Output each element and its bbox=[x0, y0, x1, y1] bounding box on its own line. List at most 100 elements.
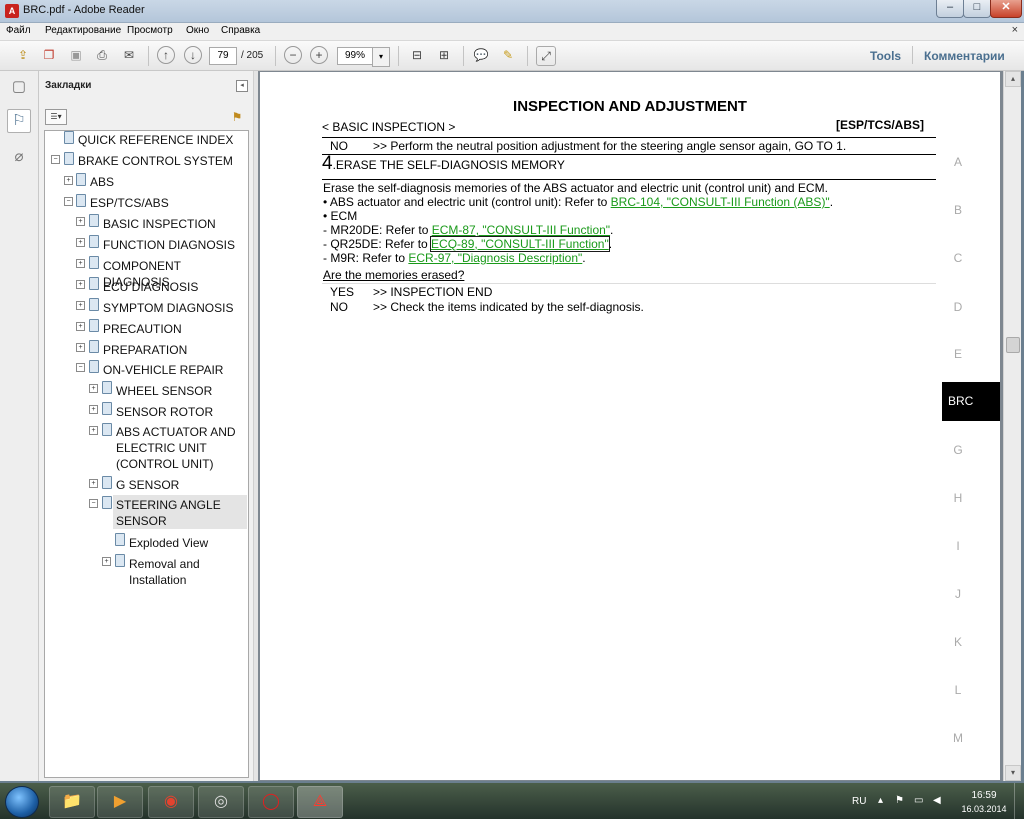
collapse-toggle[interactable]: − bbox=[76, 363, 85, 372]
minimize-button[interactable]: ‒ bbox=[936, 0, 964, 18]
fit-page-icon[interactable]: ⊟ bbox=[408, 46, 426, 64]
chrome-icon[interactable]: ◉ bbox=[148, 786, 194, 818]
collapse-toggle[interactable]: − bbox=[64, 197, 73, 206]
bookmark-basic-inspection[interactable]: BASIC INSPECTION bbox=[103, 216, 216, 232]
bookmark-icon bbox=[89, 298, 99, 311]
opera-icon[interactable]: ◯ bbox=[248, 786, 294, 818]
language-indicator[interactable]: RU bbox=[852, 796, 866, 807]
expand-toggle[interactable]: + bbox=[76, 301, 85, 310]
scroll-down-icon[interactable]: ▾ bbox=[1005, 765, 1021, 781]
expand-toggle[interactable]: + bbox=[89, 405, 98, 414]
window-title: BRC.pdf - Adobe Reader bbox=[23, 4, 145, 16]
show-desktop-button[interactable] bbox=[1014, 783, 1024, 819]
expand-toggle[interactable]: + bbox=[76, 322, 85, 331]
create-icon[interactable]: ⇪ bbox=[14, 46, 32, 64]
bookmark-quick-reference-index[interactable]: QUICK REFERENCE INDEX bbox=[78, 132, 233, 148]
zoom-input[interactable] bbox=[337, 47, 373, 65]
menu-file[interactable]: Файл bbox=[6, 25, 31, 36]
disc-icon[interactable]: ◎ bbox=[198, 786, 244, 818]
start-button[interactable] bbox=[5, 786, 39, 818]
volume-icon[interactable]: ◀ bbox=[933, 795, 941, 806]
link-ecm-87[interactable]: ECM-87, "CONSULT-III Function" bbox=[432, 223, 610, 237]
erase-instruction: Erase the self-diagnosis memories of the… bbox=[323, 181, 828, 195]
page-number-input[interactable] bbox=[209, 47, 237, 65]
save-icon[interactable]: ▣ bbox=[67, 46, 85, 64]
expand-toggle[interactable]: + bbox=[76, 343, 85, 352]
bookmarks-icon[interactable]: ⚐ bbox=[7, 109, 31, 133]
combine-icon[interactable]: ❐ bbox=[40, 46, 58, 64]
fit-width-icon[interactable]: ⊞ bbox=[435, 46, 453, 64]
bookmark-removal-installation-line2[interactable]: Installation bbox=[129, 572, 186, 588]
menu-view[interactable]: Просмотр bbox=[127, 25, 173, 36]
expand-toggle[interactable]: + bbox=[76, 217, 85, 226]
expand-toggle[interactable]: + bbox=[89, 426, 98, 435]
collapse-toggle[interactable]: − bbox=[51, 155, 60, 164]
tools-button[interactable]: Tools bbox=[870, 49, 901, 63]
action-center-icon[interactable]: ⚑ bbox=[895, 795, 904, 806]
bookmark-precaution[interactable]: PRECAUTION bbox=[103, 321, 182, 337]
prev-page-icon[interactable]: ↑ bbox=[157, 46, 175, 64]
email-icon[interactable]: ✉ bbox=[120, 46, 138, 64]
expand-toggle[interactable]: + bbox=[89, 479, 98, 488]
menu-window[interactable]: Окно bbox=[186, 25, 209, 36]
attachments-icon[interactable]: ⌀ bbox=[8, 146, 30, 168]
bookmark-ecu-diagnosis[interactable]: ECU DIAGNOSIS bbox=[103, 279, 198, 295]
vertical-scrollbar[interactable]: ▴ ▾ bbox=[1003, 71, 1021, 781]
zoom-in-icon[interactable]: + bbox=[310, 46, 328, 64]
menu-help[interactable]: Справка bbox=[221, 25, 260, 36]
clock-time[interactable]: 16:59 bbox=[964, 790, 1004, 801]
bookmark-function-diagnosis[interactable]: FUNCTION DIAGNOSIS bbox=[103, 237, 235, 253]
bookmark-abs-actuator-line2[interactable]: ELECTRIC UNIT bbox=[116, 440, 207, 456]
expand-toggle[interactable]: + bbox=[76, 259, 85, 268]
document-close-icon[interactable]: × bbox=[1012, 24, 1018, 36]
expand-toggle[interactable]: + bbox=[89, 384, 98, 393]
bookmark-wheel-sensor[interactable]: WHEEL SENSOR bbox=[116, 383, 212, 399]
highlight-icon[interactable]: ✎ bbox=[499, 46, 517, 64]
bookmark-steering-angle-sensor[interactable]: STEERING ANGLE bbox=[116, 497, 221, 513]
expand-toggle[interactable]: + bbox=[76, 280, 85, 289]
expand-toggle[interactable]: + bbox=[64, 176, 73, 185]
network-icon[interactable]: ▭ bbox=[914, 795, 923, 806]
collapse-toggle[interactable]: − bbox=[89, 499, 98, 508]
acrobat-icon[interactable]: ⟁ bbox=[297, 786, 343, 818]
expand-toggle[interactable]: + bbox=[102, 557, 111, 566]
expand-icon[interactable]: ⤢ bbox=[536, 46, 556, 66]
expand-toggle[interactable]: + bbox=[76, 238, 85, 247]
close-button[interactable]: ✕ bbox=[990, 0, 1022, 18]
media-player-icon[interactable]: ▶ bbox=[97, 786, 143, 818]
zoom-out-icon[interactable]: − bbox=[284, 46, 302, 64]
bookmark-on-vehicle-repair[interactable]: ON-VEHICLE REPAIR bbox=[103, 362, 223, 378]
explorer-icon[interactable]: 📁 bbox=[49, 786, 95, 818]
tray-expand-icon[interactable]: ▴ bbox=[878, 795, 883, 806]
bookmark-abs-actuator-line3[interactable]: (CONTROL UNIT) bbox=[116, 456, 214, 472]
bookmark-steering-angle-sensor-line2[interactable]: SENSOR bbox=[116, 513, 167, 529]
link-brc-104[interactable]: BRC-104, "CONSULT-III Function (ABS)" bbox=[611, 195, 830, 209]
bookmark-sensor-rotor[interactable]: SENSOR ROTOR bbox=[116, 404, 213, 420]
bookmark-preparation[interactable]: PREPARATION bbox=[103, 342, 187, 358]
bookmark-exploded-view[interactable]: Exploded View bbox=[129, 535, 208, 551]
clock-date[interactable]: 16.03.2014 bbox=[958, 804, 1010, 814]
bookmark-esp-tcs-abs[interactable]: ESP/TCS/ABS bbox=[90, 195, 169, 211]
bookmark-brake-control-system[interactable]: BRAKE CONTROL SYSTEM bbox=[78, 153, 233, 169]
zoom-dropdown[interactable]: ▾ bbox=[372, 47, 390, 67]
no-text: >> Check the items indicated by the self… bbox=[373, 300, 644, 314]
bookmark-abs-actuator[interactable]: ABS ACTUATOR AND bbox=[116, 424, 236, 440]
comment-icon[interactable]: 💬 bbox=[472, 46, 490, 64]
link-ecr-97[interactable]: ECR-97, "Diagnosis Description" bbox=[408, 251, 582, 265]
bookmark-removal-installation[interactable]: Removal and bbox=[129, 556, 200, 572]
comments-button[interactable]: Комментарии bbox=[924, 49, 1005, 63]
bookmark-abs[interactable]: ABS bbox=[90, 174, 114, 190]
collapse-panel-icon[interactable]: ◂ bbox=[236, 80, 248, 92]
link-ecq-89[interactable]: ECQ-89, "CONSULT-III Function" bbox=[430, 236, 610, 252]
bookmark-symptom-diagnosis[interactable]: SYMPTOM DIAGNOSIS bbox=[103, 300, 233, 316]
pages-icon[interactable]: ▢ bbox=[8, 76, 30, 98]
bookmark-g-sensor[interactable]: G SENSOR bbox=[116, 477, 179, 493]
next-page-icon[interactable]: ↓ bbox=[184, 46, 202, 64]
print-icon[interactable]: ⎙ bbox=[93, 46, 111, 64]
scroll-thumb[interactable] bbox=[1006, 337, 1020, 353]
maximize-button[interactable]: □ bbox=[963, 0, 991, 18]
new-bookmark-icon[interactable]: ⚑ bbox=[229, 109, 245, 125]
scroll-up-icon[interactable]: ▴ bbox=[1005, 71, 1021, 87]
bookmark-options-button[interactable]: ☰▾ bbox=[45, 109, 67, 125]
menu-edit[interactable]: Редактирование bbox=[45, 25, 121, 36]
